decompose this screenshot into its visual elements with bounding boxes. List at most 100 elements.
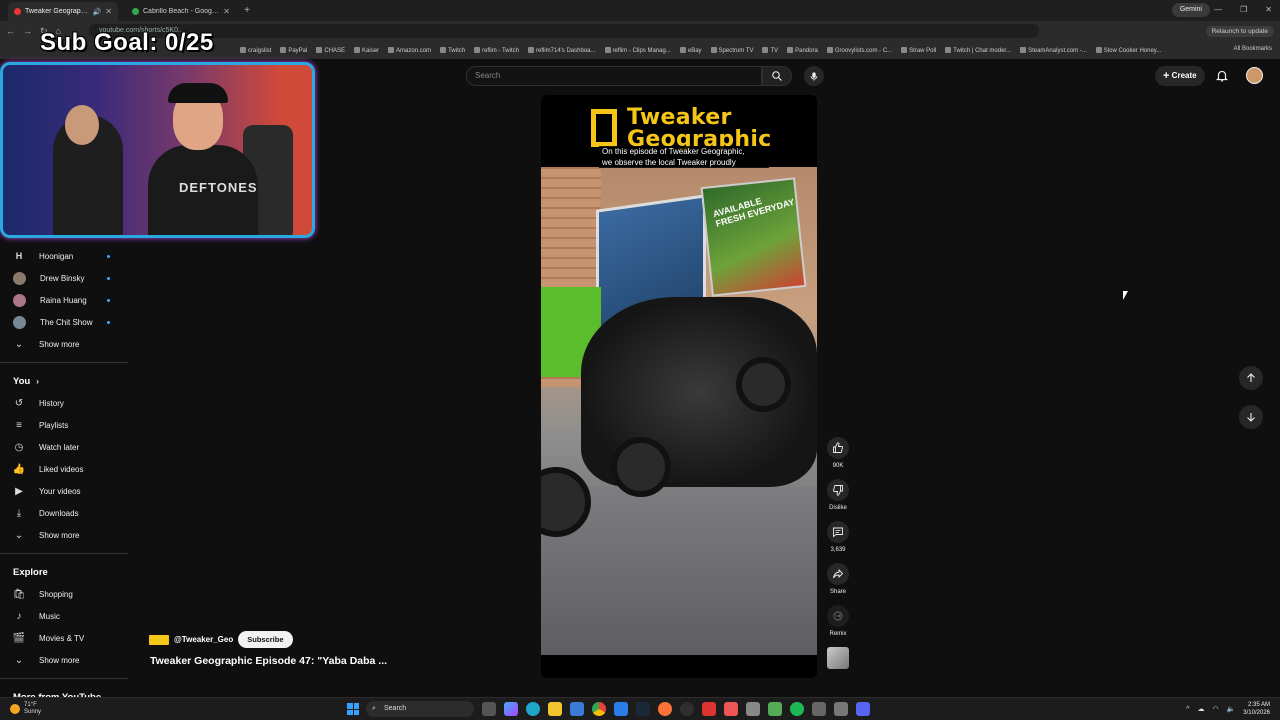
like-button[interactable]	[827, 437, 849, 459]
sidebar-item-shopping[interactable]: 🛍 Shopping	[0, 583, 128, 605]
bookmark-item[interactable]: Twitch | Chat moder...	[945, 46, 1011, 54]
bookmark-item[interactable]: reflim - Twitch	[474, 46, 519, 54]
obs-icon[interactable]	[680, 702, 694, 716]
arrow-up-icon	[1247, 373, 1255, 382]
previous-short-button[interactable]	[1239, 366, 1263, 390]
all-bookmarks-button[interactable]: All Bookmarks	[1234, 46, 1272, 52]
bookmark-item[interactable]: Groovylists.com - C...	[826, 46, 892, 54]
copilot-icon[interactable]	[504, 702, 518, 716]
app-icon[interactable]	[702, 702, 716, 716]
search-button[interactable]	[762, 66, 792, 86]
bookmark-item[interactable]: Kaiser	[354, 46, 379, 54]
app-icon[interactable]	[746, 702, 760, 716]
sidebar-item-history[interactable]: ↺ History	[0, 392, 128, 414]
maximize-icon[interactable]: ❐	[1240, 5, 1247, 14]
tab-tweaker-geographic[interactable]: Tweaker Geographic Episod 🔊 ✕	[8, 2, 118, 21]
dislike-button[interactable]	[827, 479, 849, 501]
clock[interactable]: 2:35 AM 3/10/2026	[1243, 701, 1270, 717]
taskbar-search[interactable]: ⌕ Search	[366, 701, 474, 717]
photos-icon[interactable]	[614, 702, 628, 716]
sidebar-item-playlists[interactable]: ≡ Playlists	[0, 414, 128, 436]
notifications-button[interactable]	[1215, 68, 1229, 88]
tab-google-maps[interactable]: Cabrillo Beach - Google Maps ✕	[126, 2, 236, 21]
task-view-icon[interactable]	[482, 702, 496, 716]
voice-search-button[interactable]	[804, 66, 824, 86]
comments-button[interactable]	[827, 521, 849, 543]
video-title[interactable]: Tweaker Geographic Episode 47: "Yaba Dab…	[150, 655, 387, 667]
you-section-header[interactable]: You ›	[0, 370, 128, 392]
cloud-icon[interactable]: ☁	[1197, 705, 1204, 713]
audio-icon[interactable]: 🔊	[93, 8, 102, 16]
spotify-icon[interactable]	[790, 702, 804, 716]
sidebar-item-the-chit-show[interactable]: The Chit Show	[0, 311, 128, 333]
new-tab-button[interactable]: +	[240, 4, 254, 18]
forward-icon[interactable]: →	[23, 26, 32, 36]
close-tab-icon[interactable]: ✕	[105, 7, 112, 16]
channel-logo[interactable]	[149, 634, 169, 645]
address-input[interactable]: youtube.com/shorts/c5K0...	[88, 24, 1039, 38]
bookmark-item[interactable]: CHASE	[316, 46, 345, 54]
bookmark-item[interactable]: SteamAnalyst.com -...	[1020, 46, 1087, 54]
weather-widget[interactable]: 71°F Sunny	[10, 702, 41, 716]
bookmark-label: Spectrum TV	[718, 47, 754, 54]
sidebar-item-raina-huang[interactable]: Raina Huang	[0, 289, 128, 311]
app-icon[interactable]	[724, 702, 738, 716]
back-icon[interactable]: ←	[6, 26, 15, 36]
channel-handle[interactable]: @Tweaker_Geo	[174, 635, 233, 644]
next-short-button[interactable]	[1239, 405, 1263, 429]
bookmark-item[interactable]: craigslist	[240, 46, 271, 54]
bookmark-item[interactable]: Slow Cooker Honey...	[1095, 46, 1161, 54]
show-more-you[interactable]: ⌄ Show more	[0, 524, 128, 546]
bookmark-item[interactable]: reflim - Clips Manag...	[604, 46, 671, 54]
store-icon[interactable]	[570, 702, 584, 716]
bookmark-item[interactable]: TV	[762, 46, 779, 54]
short-video-player[interactable]: Tweaker Geographic AVAILABLE FRESH EVERY…	[541, 95, 817, 678]
create-button[interactable]: + Create	[1155, 66, 1205, 86]
app-icon[interactable]	[834, 702, 848, 716]
bookmark-item[interactable]: Spectrum TV	[710, 46, 754, 54]
app-icon[interactable]	[812, 702, 826, 716]
windows-start-icon[interactable]	[347, 703, 359, 715]
minimize-icon[interactable]: —	[1214, 5, 1222, 14]
sidebar-item-music[interactable]: ♪ Music	[0, 605, 128, 627]
show-more-explore[interactable]: ⌄ Show more	[0, 649, 128, 671]
share-button[interactable]	[827, 563, 849, 585]
firefox-icon[interactable]	[658, 702, 672, 716]
discord-icon[interactable]	[856, 702, 870, 716]
relaunch-button[interactable]: Relaunch to update	[1205, 25, 1274, 37]
bookmark-item[interactable]: Twitch	[440, 46, 465, 54]
comment-icon	[833, 527, 843, 538]
sidebar-item-liked-videos[interactable]: 👍 Liked videos	[0, 458, 128, 480]
bookmark-label: TV	[770, 47, 779, 54]
volume-icon[interactable]: 🔈	[1227, 705, 1236, 713]
bookmark-item[interactable]: Pandora	[787, 46, 818, 54]
sidebar-item-your-videos[interactable]: ▶ Your videos	[0, 480, 128, 502]
sidebar-item-watch-later[interactable]: ◷ Watch later	[0, 436, 128, 458]
gemini-button[interactable]: Gemini	[1171, 3, 1210, 17]
app-icon[interactable]	[768, 702, 782, 716]
subscribe-button[interactable]: Subscribe	[238, 631, 293, 648]
movies-icon: 🎬	[12, 632, 26, 644]
bookmark-item[interactable]: eBay	[679, 46, 702, 54]
profile-avatar[interactable]	[1246, 67, 1263, 84]
chevron-up-icon[interactable]: ^	[1186, 706, 1189, 713]
edge-icon[interactable]	[526, 702, 540, 716]
remix-button[interactable]	[827, 605, 849, 627]
bookmark-item[interactable]: PayPal	[280, 46, 307, 54]
wifi-icon[interactable]: ◠	[1212, 705, 1218, 713]
file-explorer-icon[interactable]	[548, 702, 562, 716]
sidebar-item-hoonigan[interactable]: H Hoonigan	[0, 245, 128, 267]
bookmark-item[interactable]: Amazon.com	[388, 46, 431, 54]
bookmark-item[interactable]: Straw Poll	[901, 46, 936, 54]
steam-icon[interactable]	[636, 702, 650, 716]
close-window-icon[interactable]: ✕	[1265, 5, 1272, 14]
search-input[interactable]: Search	[466, 66, 762, 86]
sidebar-item-drew-binsky[interactable]: Drew Binsky	[0, 267, 128, 289]
show-more-subscriptions[interactable]: ⌄ Show more	[0, 333, 128, 355]
close-tab-icon[interactable]: ✕	[223, 7, 230, 16]
sidebar-item-movies-tv[interactable]: 🎬 Movies & TV	[0, 627, 128, 649]
sound-thumbnail[interactable]	[827, 647, 849, 669]
bookmark-item[interactable]: reflim714's Dashboa...	[527, 46, 596, 54]
sidebar-item-downloads[interactable]: ⤓ Downloads	[0, 502, 128, 524]
chrome-icon[interactable]	[592, 702, 606, 716]
